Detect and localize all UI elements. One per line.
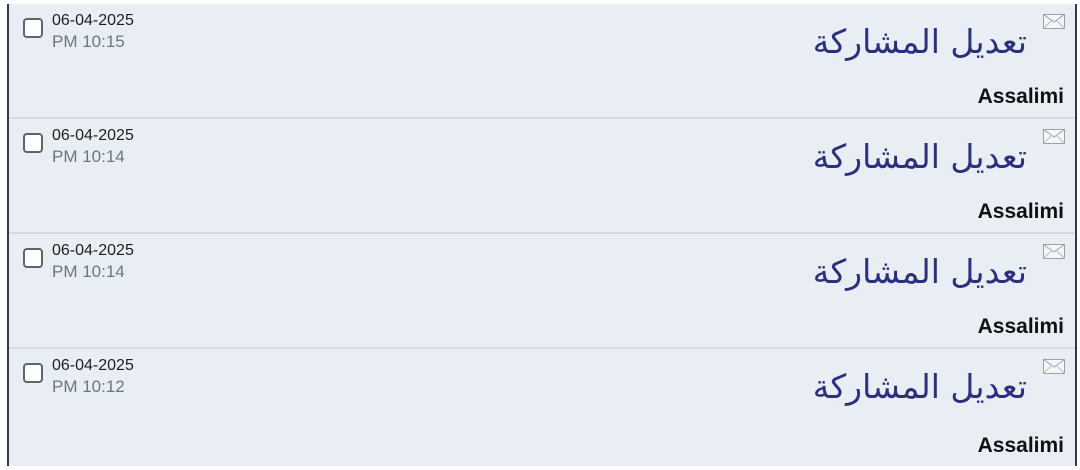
- post-title[interactable]: تعديل المشاركة: [813, 18, 1027, 66]
- post-author[interactable]: Assalimi: [978, 200, 1064, 224]
- post-row[interactable]: 06-04-2025 PM 10:12 تعديل المشاركة Assal…: [9, 349, 1075, 466]
- post-row[interactable]: 06-04-2025 PM 10:14 تعديل المشاركة Assal…: [9, 234, 1075, 349]
- post-author[interactable]: Assalimi: [978, 85, 1064, 109]
- post-title[interactable]: تعديل المشاركة: [813, 133, 1027, 181]
- post-time: PM 10:14: [52, 147, 125, 166]
- post-date: 06-04-2025: [52, 127, 134, 144]
- select-checkbox[interactable]: [23, 133, 43, 153]
- select-checkbox[interactable]: [23, 248, 43, 268]
- envelope-icon: [1043, 359, 1065, 374]
- post-author[interactable]: Assalimi: [978, 434, 1064, 458]
- post-time: PM 10:15: [52, 32, 125, 51]
- post-row[interactable]: 06-04-2025 PM 10:15 تعديل المشاركة Assal…: [9, 4, 1075, 119]
- post-row[interactable]: 06-04-2025 PM 10:14 تعديل المشاركة Assal…: [9, 119, 1075, 234]
- post-title[interactable]: تعديل المشاركة: [813, 363, 1027, 411]
- select-checkbox[interactable]: [23, 363, 43, 383]
- post-time: PM 10:12: [52, 377, 125, 396]
- envelope-icon: [1043, 244, 1065, 259]
- post-author[interactable]: Assalimi: [978, 315, 1064, 339]
- post-date: 06-04-2025: [52, 242, 134, 259]
- post-title[interactable]: تعديل المشاركة: [813, 248, 1027, 296]
- envelope-icon: [1043, 129, 1065, 144]
- post-time: PM 10:14: [52, 262, 125, 281]
- select-checkbox[interactable]: [23, 18, 43, 38]
- envelope-icon: [1043, 14, 1065, 29]
- post-date: 06-04-2025: [52, 12, 134, 29]
- post-list: 06-04-2025 PM 10:15 تعديل المشاركة Assal…: [7, 4, 1077, 466]
- post-date: 06-04-2025: [52, 357, 134, 374]
